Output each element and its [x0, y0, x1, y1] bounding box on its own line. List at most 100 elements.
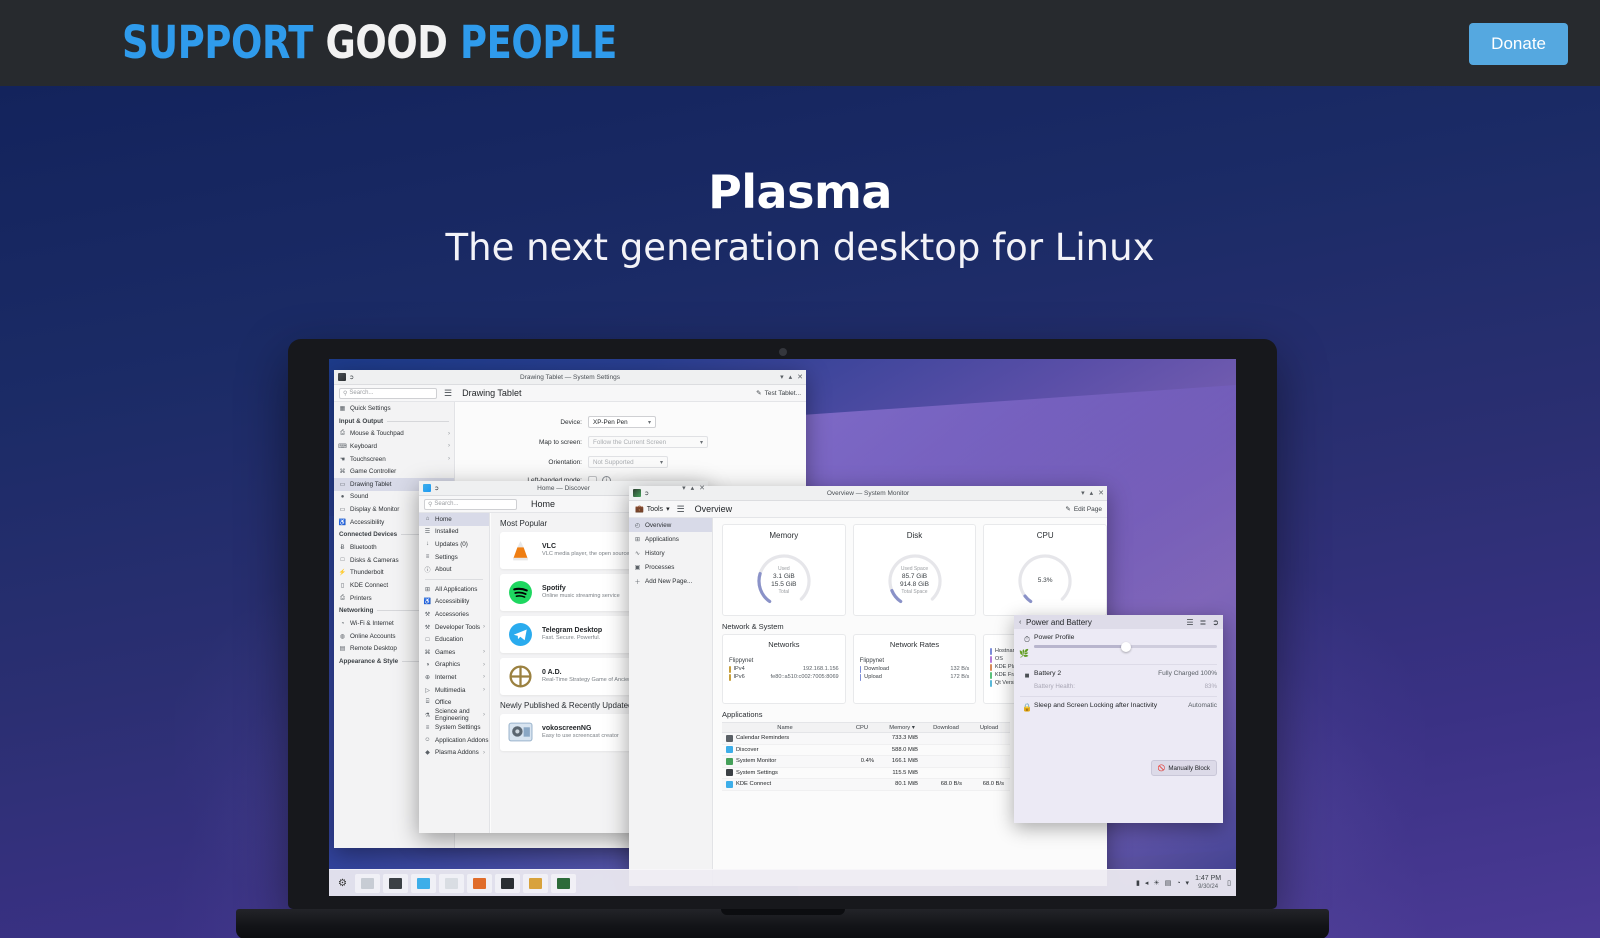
- network-row-key: Upload: [864, 674, 882, 680]
- donate-button[interactable]: Donate: [1469, 23, 1568, 65]
- sidebar-item-plasma-addons[interactable]: ◆ Plasma Addons ›: [419, 747, 489, 760]
- volume-icon[interactable]: ◂: [1145, 879, 1149, 887]
- sidebar-item-application-addons[interactable]: ☺ Application Addons ›: [419, 734, 489, 747]
- sliders-icon[interactable]: ≣: [1200, 618, 1207, 627]
- sidebar-item-office[interactable]: ⌸ Office: [419, 696, 489, 709]
- close-icon[interactable]: ✕: [699, 484, 705, 492]
- orientation-select[interactable]: Not Supported ▾: [588, 456, 668, 468]
- pin-icon[interactable]: ➲: [1212, 618, 1219, 627]
- table-row[interactable]: System Settings 115.5 MiB: [722, 768, 1010, 779]
- map-to-screen-select[interactable]: Follow the Current Screen ▾: [588, 436, 708, 448]
- maximize-icon[interactable]: ▴: [1090, 489, 1094, 497]
- pin-icon[interactable]: ➲: [434, 485, 439, 492]
- hamburger-icon[interactable]: ☰: [1186, 618, 1193, 627]
- sidebar-item-about[interactable]: ⓘ About: [419, 563, 489, 576]
- table-row[interactable]: KDE Connect 80.1 MiB 68.0 B/s 68.0 B/s: [722, 779, 1010, 791]
- column-header-name[interactable]: Name: [722, 725, 844, 731]
- taskbar-task-pager[interactable]: [355, 873, 380, 893]
- power-profile-slider[interactable]: [1034, 641, 1217, 652]
- clipboard-icon[interactable]: ▤: [1165, 879, 1172, 887]
- desktop-taskbar[interactable]: ⚙ ▮ ◂ ☀ ▤ ◔ ▾ 1:47 PM 9/30/24 ▯: [329, 869, 1236, 896]
- manually-block-button[interactable]: 🚫 Manually Block: [1150, 760, 1217, 776]
- sidebar-item-add-new-page-[interactable]: ＋ Add New Page...: [629, 574, 712, 588]
- chevron-left-icon[interactable]: ‹: [1019, 619, 1021, 626]
- system-monitor-sidebar[interactable]: ◴ Overview ⊞ Applications ∿ History ▣ Processes…: [629, 518, 713, 886]
- sidebar-item-processes[interactable]: ▣ Processes: [629, 560, 712, 574]
- hamburger-icon[interactable]: ☰: [444, 388, 452, 398]
- maximize-icon[interactable]: ▴: [691, 484, 695, 492]
- sidebar-item-touchscreen[interactable]: ☚ Touchscreen ›: [334, 453, 454, 466]
- slider-knob[interactable]: [1120, 641, 1131, 652]
- sidebar-item-history[interactable]: ∿ History: [629, 546, 712, 560]
- sidebar-item-applications[interactable]: ⊞ Applications: [629, 532, 712, 546]
- minimize-icon[interactable]: ▾: [780, 373, 784, 381]
- sidebar-item-developer-tools[interactable]: ⚒ Developer Tools ›: [419, 621, 489, 634]
- taskbar-task-discover[interactable]: [411, 873, 436, 893]
- edit-page-button[interactable]: ✎ Edit Page: [1065, 505, 1102, 514]
- sidebar-item-settings[interactable]: ≡ Settings: [419, 551, 489, 564]
- taskbar-task-system-monitor[interactable]: [551, 873, 576, 893]
- network-icon[interactable]: ◔: [1176, 880, 1180, 887]
- table-row[interactable]: System Monitor 0.4% 166.1 MiB: [722, 756, 1010, 768]
- system-settings-titlebar[interactable]: ➲ Drawing Tablet — System Settings ▾ ▴ ✕: [334, 370, 806, 385]
- chevron-down-icon: ▾: [699, 439, 703, 446]
- app-description: Online music streaming service: [542, 593, 620, 599]
- sidebar-item-science-and-engineering[interactable]: ⚗ Science and Engineering ›: [419, 708, 489, 722]
- sidebar-item-keyboard[interactable]: ⌨ Keyboard ›: [334, 440, 454, 453]
- column-header-download[interactable]: Download: [924, 725, 968, 731]
- power-and-battery-panel[interactable]: ‹ Power and Battery ☰ ≣ ➲ ⏱ Power Profil…: [1014, 615, 1223, 823]
- battery-icon[interactable]: ▮: [1136, 879, 1140, 887]
- sidebar-item-internet[interactable]: ⊕ Internet ›: [419, 671, 489, 684]
- test-tablet-button[interactable]: ✎ Test Tablet...: [756, 389, 801, 398]
- column-header-upload[interactable]: Upload: [968, 725, 1010, 731]
- discover-sidebar[interactable]: ⌂ Home ☰ Installed ↓ Updates (0) ≡ Settings ⓘ Abo…: [419, 513, 490, 833]
- chevron-up-icon[interactable]: ▾: [1186, 879, 1190, 887]
- pin-icon[interactable]: ➲: [644, 490, 649, 497]
- sidebar-item-installed[interactable]: ☰ Installed: [419, 526, 489, 539]
- sidebar-item-home[interactable]: ⌂ Home: [419, 513, 489, 526]
- column-header-cpu[interactable]: CPU: [844, 725, 880, 731]
- taskbar-task-file-manager[interactable]: [439, 873, 464, 893]
- sidebar-item-multimedia[interactable]: ▷ Multimedia ›: [419, 684, 489, 697]
- battery-label: Battery 2: [1034, 670, 1062, 677]
- minimize-icon[interactable]: ▾: [1081, 489, 1085, 497]
- taskbar-task-system-settings[interactable]: [383, 873, 408, 893]
- tools-button[interactable]: 💼 Tools ▾: [635, 505, 670, 514]
- sidebar-item-education[interactable]: □ Education: [419, 633, 489, 646]
- brightness-icon[interactable]: ☀: [1153, 879, 1159, 887]
- pin-icon[interactable]: ➲: [349, 374, 354, 381]
- close-icon[interactable]: ✕: [797, 373, 803, 381]
- sidebar-item-mouse-touchpad[interactable]: ⎙ Mouse & Touchpad ›: [334, 428, 454, 441]
- sidebar-item-label: Display & Monitor: [350, 505, 400, 513]
- taskbar-task-konsole[interactable]: [495, 873, 520, 893]
- sidebar-item-games[interactable]: ⌘ Games ›: [419, 646, 489, 659]
- sidebar-item-graphics[interactable]: ◑ Graphics ›: [419, 659, 489, 672]
- taskbar-task-folder[interactable]: [523, 873, 548, 893]
- kde-launcher-icon[interactable]: ⚙: [334, 875, 351, 892]
- search-input[interactable]: ⚲ Search...: [339, 387, 437, 399]
- taskbar-task-firefox[interactable]: [467, 873, 492, 893]
- sidebar-item-updates-0-[interactable]: ↓ Updates (0): [419, 538, 489, 551]
- sidebar-item-system-settings[interactable]: ≡ System Settings: [419, 722, 489, 735]
- taskbar-tasks: [355, 873, 576, 893]
- minimize-icon[interactable]: ▾: [682, 484, 686, 492]
- sidebar-item-overview[interactable]: ◴ Overview: [629, 518, 712, 532]
- sidebar-item-accessories[interactable]: ⚒ Accessories: [419, 608, 489, 621]
- show-desktop-icon[interactable]: ▯: [1227, 879, 1231, 887]
- device-select[interactable]: XP-Pen Pen ▾: [588, 416, 656, 428]
- updates-icon: ↓: [426, 541, 429, 548]
- sidebar-item-quick-settings[interactable]: ▦ Quick Settings: [334, 402, 454, 415]
- maximize-icon[interactable]: ▴: [789, 373, 793, 381]
- sidebar-item-label: Plasma Addons: [435, 749, 479, 757]
- search-input[interactable]: ⚲ Search...: [424, 498, 517, 510]
- sidebar-item-all-applications[interactable]: ⊞ All Applications: [419, 583, 489, 596]
- sidebar-item-game-controller[interactable]: ⌘ Game Controller: [334, 465, 454, 478]
- taskbar-clock[interactable]: 1:47 PM 9/30/24: [1195, 875, 1221, 891]
- table-row[interactable]: Discover 588.0 MiB: [722, 745, 1010, 756]
- chevron-right-icon: ›: [483, 687, 485, 694]
- table-row[interactable]: Calendar Reminders 733.3 MiB: [722, 733, 1010, 745]
- hamburger-icon[interactable]: ☰: [677, 504, 685, 514]
- sidebar-item-accessibility[interactable]: ♿ Accessibility: [419, 596, 489, 609]
- close-icon[interactable]: ✕: [1098, 489, 1104, 497]
- column-header-memory[interactable]: Memory ▾: [880, 725, 924, 731]
